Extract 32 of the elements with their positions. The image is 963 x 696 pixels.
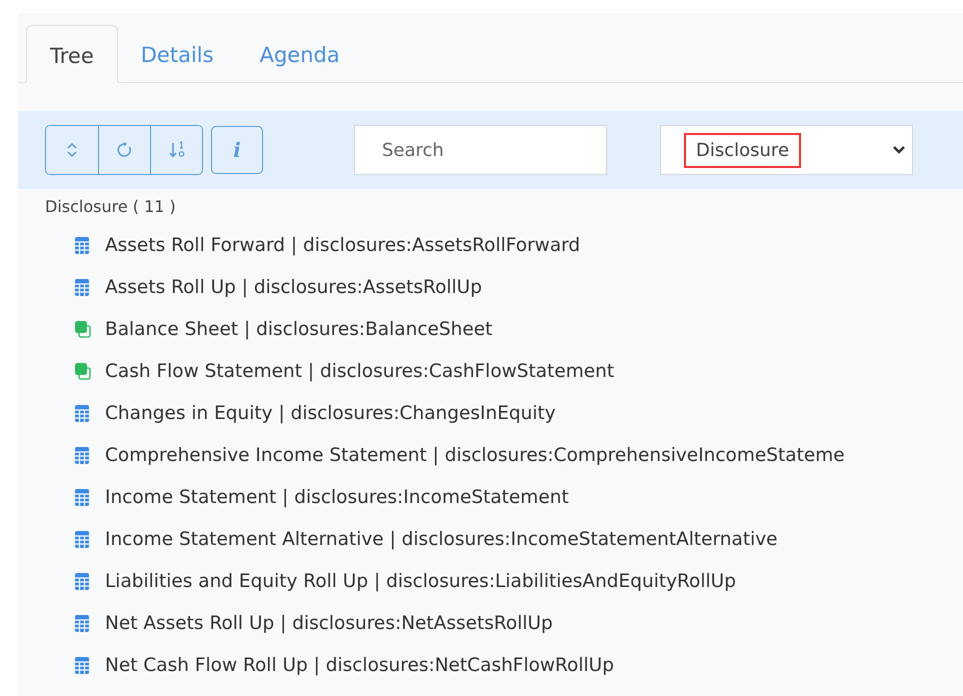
tree-item[interactable]: Liabilities and Equity Roll Up | disclosures:LiabilitiesAndEquityRollUp: [74, 560, 963, 602]
table-icon: [74, 446, 91, 464]
table-icon: [74, 656, 91, 674]
overlapping-squares-icon: [74, 362, 91, 380]
overlapping-squares-icon: [74, 320, 91, 338]
table-icon: [74, 488, 91, 506]
type-dropdown[interactable]: Disclosure: [660, 125, 913, 175]
search-field[interactable]: Search: [354, 125, 607, 175]
refresh-icon: [116, 142, 132, 158]
table-icon: [74, 572, 91, 590]
tree-heading: Disclosure ( 11 ): [44, 196, 177, 218]
table-icon: [74, 530, 91, 548]
table-icon: [74, 278, 91, 296]
tree-item[interactable]: Net Assets Roll Up | disclosures:NetAssetsRollUp: [74, 602, 963, 644]
sort-numeric-button[interactable]: [150, 126, 202, 174]
sort-numeric-icon: [168, 141, 186, 159]
dropdown-value: Disclosure: [684, 132, 802, 168]
tree-item[interactable]: Net Cash Flow Roll Up | disclosures:NetCashFlowRollUp: [74, 644, 963, 686]
table-icon: [74, 614, 91, 632]
tree-item[interactable]: Cash Flow Statement | disclosures:CashFlowStatement: [74, 350, 963, 392]
tree-item[interactable]: Assets Roll Forward | disclosures:AssetsRollForward: [74, 224, 963, 266]
table-icon: [74, 404, 91, 422]
expand-collapse-icon: [66, 142, 78, 158]
tree-item[interactable]: Comprehensive Income Statement | disclosures:ComprehensiveIncomeStateme: [74, 434, 963, 476]
tree-item[interactable]: Changes in Equity | disclosures:ChangesInEquity: [74, 392, 963, 434]
tree-item[interactable]: Assets Roll Up | disclosures:AssetsRollUp: [74, 266, 963, 308]
tree-item[interactable]: Income Statement | disclosures:IncomeStatement: [74, 476, 963, 518]
tree-item[interactable]: Income Statement Alternative | disclosures:IncomeStatementAlternative: [74, 518, 963, 560]
tree-item[interactable]: Balance Sheet | disclosures:BalanceSheet: [74, 308, 963, 350]
table-icon: [74, 236, 91, 254]
tab[interactable]: Tree: [26, 25, 118, 83]
chevron-down-icon: [892, 145, 906, 155]
